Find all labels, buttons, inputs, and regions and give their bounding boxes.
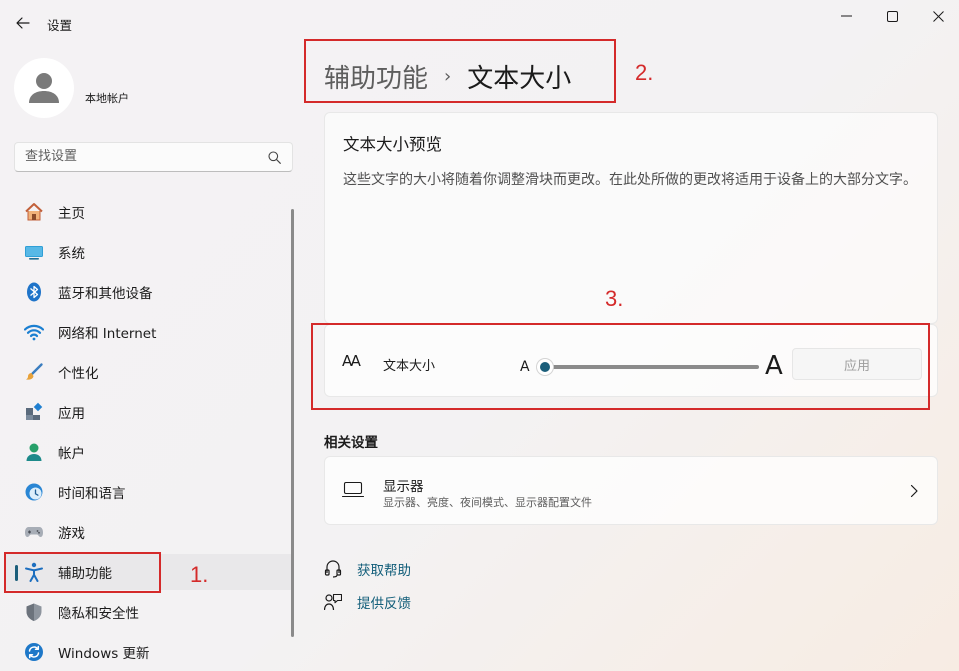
search-icon[interactable] [268,151,281,164]
text-size-preview-card: 文本大小预览 这些文字的大小将随着你调整滑块而更改。在此处所做的更改将适用于设备… [324,112,938,324]
sidebar-item-accounts[interactable]: 帐户 [4,434,294,470]
avatar[interactable] [14,58,74,118]
feedback-link[interactable]: 提供反馈 [324,592,411,612]
sidebar-item-system[interactable]: 系统 [4,234,294,270]
gamepad-icon [24,522,44,542]
preview-text: 这些文字的大小将随着你调整滑块而更改。在此处所做的更改将适用于设备上的大部分文字… [343,172,917,188]
sidebar-item-time-language[interactable]: 时间和语言 [4,474,294,510]
minimize-icon [840,15,852,17]
system-icon [24,242,44,262]
sidebar-item-label: Windows 更新 [58,646,150,662]
bluetooth-icon [24,282,44,302]
sidebar-item-label: 网络和 Internet [58,326,157,342]
back-button[interactable] [12,12,34,34]
app-title: 设置 [47,18,73,33]
sidebar-item-label: 蓝牙和其他设备 [58,286,153,302]
sidebar-nav: 主页 系统 蓝牙和其他设备 网络和 Internet 个性化 应用 帐户 时间和… [4,194,294,671]
get-help-link[interactable]: 获取帮助 [324,559,411,579]
brush-icon [24,362,44,382]
display-subtitle: 显示器、亮度、夜间模式、显示器配置文件 [383,496,592,509]
sidebar-item-windows-update[interactable]: Windows 更新 [4,634,294,670]
sidebar-item-gaming[interactable]: 游戏 [4,514,294,550]
display-title: 显示器 [383,479,424,495]
search-box[interactable] [14,142,293,172]
maximize-icon [886,10,898,22]
search-input[interactable] [25,149,255,164]
annotation-box-2 [304,39,616,103]
sidebar-item-privacy[interactable]: 隐私和安全性 [4,594,294,630]
sidebar-scrollbar[interactable] [291,209,294,637]
sidebar-item-apps[interactable]: 应用 [4,394,294,430]
sidebar-item-label: 系统 [58,246,85,262]
related-settings-title: 相关设置 [324,435,378,451]
sidebar-item-label: 应用 [58,406,85,422]
annotation-box-3 [311,323,930,410]
home-icon [24,202,44,222]
shield-icon [24,602,44,622]
display-settings-link[interactable]: 显示器 显示器、亮度、夜间模式、显示器配置文件 [324,456,938,525]
maximize-button[interactable] [869,4,915,28]
sidebar-item-label: 帐户 [58,446,85,462]
user-icon [29,73,59,103]
sidebar-item-network[interactable]: 网络和 Internet [4,314,294,350]
sidebar-item-label: 个性化 [58,366,99,382]
sidebar-item-label: 游戏 [58,526,85,542]
close-button[interactable] [915,4,959,28]
apps-icon [24,402,44,422]
annotation-number-3: 3. [605,286,624,311]
monitor-icon [342,481,364,498]
account-icon [24,442,44,462]
sidebar-item-personalization[interactable]: 个性化 [4,354,294,390]
help-icon [324,560,342,578]
sidebar-item-label: 隐私和安全性 [58,606,139,622]
annotation-box-1 [4,552,161,593]
minimize-button[interactable] [823,4,869,28]
sidebar-item-bluetooth[interactable]: 蓝牙和其他设备 [4,274,294,310]
clock-globe-icon [24,482,44,502]
update-icon [24,642,44,662]
sidebar-item-label: 主页 [58,206,85,222]
wifi-icon [24,322,44,342]
feedback-icon [324,593,342,611]
sidebar-item-home[interactable]: 主页 [4,194,294,230]
get-help-label: 获取帮助 [357,563,411,579]
annotation-number-2: 2. [635,60,654,85]
back-arrow-icon [16,17,30,29]
sidebar-item-label: 时间和语言 [58,486,126,502]
annotation-number-1: 1. [190,562,209,587]
feedback-label: 提供反馈 [357,596,411,612]
preview-title: 文本大小预览 [343,135,442,154]
close-icon [932,10,944,22]
account-name: 本地帐户 [85,92,129,105]
chevron-right-icon [910,484,918,498]
